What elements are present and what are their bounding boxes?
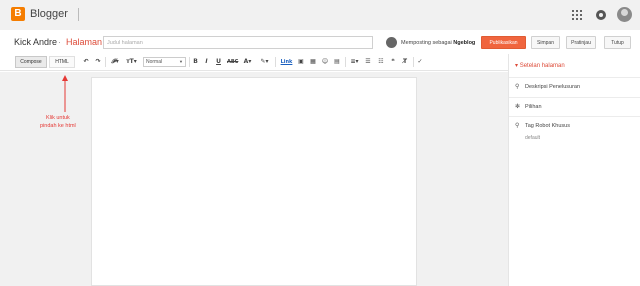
sidebar-item-search-description[interactable]: ⚲ Deskripsi Penelusuran [509,77,640,95]
search-icon: ⚲ [515,83,520,90]
divider [413,57,414,67]
brand-name[interactable]: Blogger [30,7,68,21]
robot-tags-value: default [525,135,541,141]
posting-as-text: Memposting sebagai Ngeblog [401,40,476,46]
annotation-text: Klik untuk pindah ke html [40,115,76,129]
redo-icon[interactable]: ↷ [94,58,102,66]
blog-name[interactable]: Kick Andre [14,37,57,48]
insert-video-icon[interactable]: ▦ [309,58,317,66]
html-mode-tab[interactable]: HTML [49,56,75,68]
page-title-input[interactable] [103,36,373,49]
save-button[interactable]: Simpan [531,36,560,49]
font-family-icon[interactable]: 𝓕▾ [109,58,121,66]
search-icon: ⚲ [515,122,520,129]
divider [105,57,106,67]
blogger-logo-icon[interactable]: B [11,7,25,21]
editor-header: Kick Andre · Halaman Memposting sebagai … [0,30,640,54]
annotation-arrow [62,75,68,112]
apps-grid-icon[interactable] [572,10,582,20]
author-avatar [386,37,397,48]
divider [189,57,190,67]
divider [275,57,276,67]
top-bar: B Blogger [0,0,640,30]
page-settings-header[interactable]: ▾ Setelan halaman [515,62,565,70]
sidebar-item-label: Deskripsi Penelusuran [525,84,581,90]
compose-mode-tab[interactable]: Compose [15,56,47,68]
avatar[interactable] [617,7,632,22]
editor-body[interactable] [91,77,417,286]
clear-formatting-icon[interactable]: T̸ [401,58,409,66]
strikethrough-icon[interactable]: ABC [227,58,238,66]
insert-image-icon[interactable]: ▣ [297,58,305,66]
bold-icon[interactable]: B [192,58,199,66]
page-type-label: Halaman [66,37,103,47]
gear-icon: ✻ [515,103,521,110]
quote-icon[interactable]: ❝ [389,58,397,66]
italic-icon[interactable]: I [203,58,210,66]
sidebar-item-label: Pilihan [525,104,542,110]
notifications-icon[interactable] [596,10,606,20]
preview-button[interactable]: Pratinjau [566,36,596,49]
close-button[interactable]: Tutup [604,36,631,49]
numbered-list-icon[interactable]: ☰ [364,58,372,66]
paragraph-format-select[interactable]: Normal ▼ [143,57,186,67]
page-settings-sidebar: ▾ Setelan halaman ⚲ Deskripsi Penelusura… [508,54,640,286]
text-color-icon[interactable]: A▾ [241,58,254,66]
insert-jump-break-icon[interactable]: ▤ [333,58,341,66]
divider [345,57,346,67]
font-size-icon[interactable]: ᴛT▾ [125,58,138,66]
highlight-color-icon[interactable]: ✎▾ [258,58,271,66]
sidebar-item-options[interactable]: ✻ Pilihan [509,97,640,115]
insert-emoji-icon[interactable]: ☺ [321,58,329,66]
underline-icon[interactable]: U [215,58,222,66]
divider [78,8,79,21]
breadcrumb-separator: · [58,37,61,47]
sidebar-item-label: Tag Robot Khusus [525,123,570,129]
spell-check-icon[interactable]: ✓ [416,58,424,66]
bulleted-list-icon[interactable]: ☷ [377,58,385,66]
editor-toolbar: Compose HTML ↶ ↷ 𝓕▾ ᴛT▾ Normal ▼ B I U AB… [0,54,508,71]
undo-icon[interactable]: ↶ [82,58,90,66]
publish-button[interactable]: Publikasikan [481,36,526,49]
sidebar-item-custom-robot-tags[interactable]: ⚲ Tag Robot Khusus [509,116,640,134]
align-icon[interactable]: ≡▾ [349,58,360,66]
insert-link-button[interactable]: Link [280,58,293,66]
